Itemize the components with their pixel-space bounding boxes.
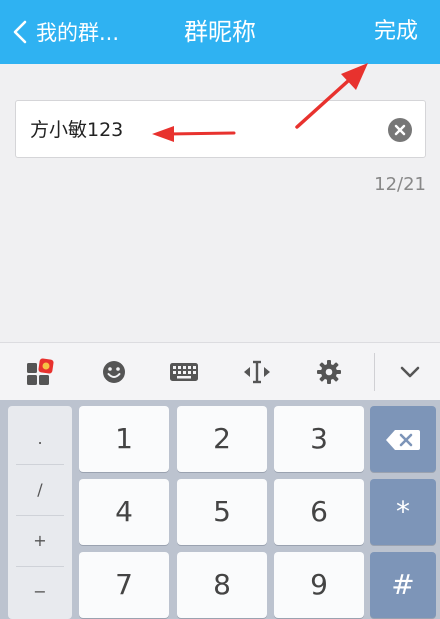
key-9[interactable]: 9 [274, 552, 364, 618]
cursor-icon [244, 360, 270, 384]
app-grid-button[interactable] [16, 343, 64, 401]
settings-button[interactable] [305, 343, 353, 401]
nickname-input[interactable]: 方小敏123 [15, 100, 426, 158]
keyboard-icon [170, 363, 198, 381]
emoji-icon [103, 361, 125, 383]
symbol-key-slash[interactable]: / [8, 465, 72, 515]
symbol-key-minus[interactable]: − [8, 567, 72, 617]
clear-icon [394, 124, 406, 136]
symbol-key-plus[interactable]: + [8, 516, 72, 566]
keyboard-toolbar [0, 342, 440, 401]
chevron-down-icon [400, 366, 420, 378]
key-3[interactable]: 3 [274, 406, 364, 472]
clear-input-button[interactable] [388, 118, 412, 142]
numeric-keyboard: . / + − 1 2 3 4 5 6 * 7 8 9 # [0, 400, 440, 619]
title-bar: 我的群... 群昵称 完成 [0, 0, 440, 64]
char-counter: 12/21 [374, 174, 426, 195]
symbol-key-dot[interactable]: . [8, 414, 72, 464]
emoji-button[interactable] [90, 343, 138, 401]
nickname-value: 方小敏123 [30, 119, 124, 141]
key-6[interactable]: 6 [274, 479, 364, 545]
app-grid-icon [27, 358, 54, 385]
key-asterisk[interactable]: * [370, 479, 436, 545]
key-4[interactable]: 4 [79, 479, 169, 545]
backspace-key[interactable] [370, 406, 436, 472]
key-5[interactable]: 5 [177, 479, 267, 545]
keyboard-switch-button[interactable] [160, 343, 208, 401]
key-2[interactable]: 2 [177, 406, 267, 472]
key-7[interactable]: 7 [79, 552, 169, 618]
collapse-keyboard-button[interactable] [386, 343, 434, 401]
cursor-move-button[interactable] [233, 343, 281, 401]
symbol-column[interactable]: . / + − [8, 406, 72, 619]
key-1[interactable]: 1 [79, 406, 169, 472]
toolbar-divider [374, 353, 375, 391]
key-8[interactable]: 8 [177, 552, 267, 618]
done-button[interactable]: 完成 [374, 0, 418, 64]
key-hash[interactable]: # [370, 552, 436, 618]
settings-icon [317, 360, 341, 384]
backspace-icon [386, 430, 420, 450]
